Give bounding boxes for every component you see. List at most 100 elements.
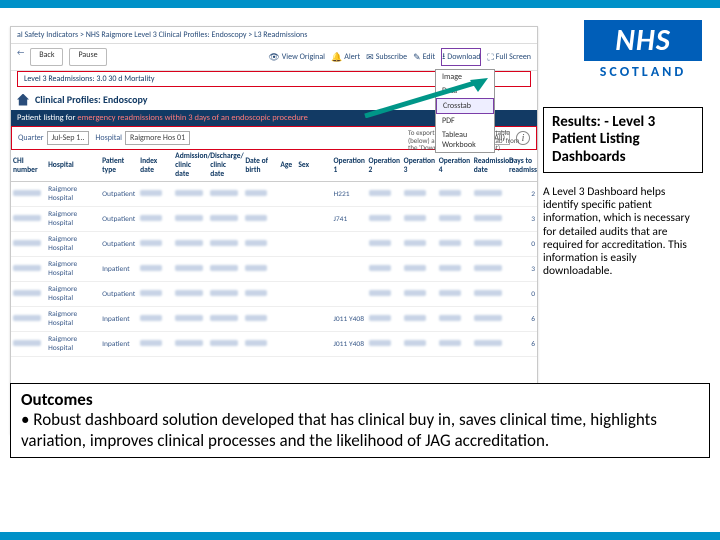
table-cell: Outpatient (100, 182, 138, 207)
table-cell: Raigmore Hospital (46, 182, 100, 207)
table-row[interactable]: Raigmore HospitalInpatientJ011 Y4086 (11, 307, 537, 332)
table-cell (296, 332, 331, 357)
column-header[interactable]: Admission/ clinic date (173, 150, 208, 182)
back-tab[interactable]: Back (30, 48, 63, 66)
table-cell (296, 257, 331, 282)
table-cell (173, 182, 208, 207)
download-menu-data[interactable]: Data (436, 84, 494, 98)
table-cell: 3 (507, 257, 537, 282)
table-cell (331, 232, 366, 257)
column-header[interactable]: Age (278, 150, 296, 182)
table-cell (243, 332, 278, 357)
table-cell (278, 282, 296, 307)
fullscreen-button[interactable]: ⛶Full Screen (487, 48, 531, 66)
table-cell: Inpatient (100, 332, 138, 357)
alert-button[interactable]: 🔔Alert (331, 48, 360, 66)
table-cell: Inpatient (100, 307, 138, 332)
table-cell (367, 257, 402, 282)
pause-tab[interactable]: Pause (69, 48, 106, 66)
column-header[interactable]: Hospital (46, 150, 100, 182)
table-cell (208, 282, 243, 307)
table-cell: Raigmore Hospital (46, 232, 100, 257)
download-menu-image[interactable]: Image (436, 70, 494, 84)
home-icon[interactable] (17, 94, 29, 106)
table-cell (437, 307, 472, 332)
tab-row: ← Back Pause 👁View Original 🔔Alert ✉Subs… (11, 44, 537, 71)
table-cell (437, 282, 472, 307)
breadcrumb[interactable]: al Safety Indicators > NHS Raigmore Leve… (11, 27, 537, 44)
view-original-label: View Original (282, 52, 325, 62)
table-cell (367, 182, 402, 207)
column-header[interactable]: Sex (296, 150, 331, 182)
table-cell (402, 257, 437, 282)
nhs-logo-subtext: SCOTLAND (584, 63, 702, 80)
table-cell (296, 207, 331, 232)
table-cell (402, 332, 437, 357)
hospital-filter-label: Hospital (95, 133, 122, 143)
table-cell: 0 (507, 282, 537, 307)
table-cell (331, 257, 366, 282)
column-header[interactable]: CHI number (11, 150, 46, 182)
table-cell: Raigmore Hospital (46, 307, 100, 332)
table-row[interactable]: Raigmore HospitalInpatientJ011 Y4086 (11, 332, 537, 357)
listing-header-metric: emergency readmissions within 3 days of … (77, 113, 308, 123)
back-arrow-icon[interactable]: ← (17, 48, 24, 66)
table-cell: Outpatient (100, 232, 138, 257)
table-cell (402, 232, 437, 257)
column-header[interactable]: Operation 3 (402, 150, 437, 182)
table-cell (472, 332, 507, 357)
subscribe-button[interactable]: ✉Subscribe (366, 48, 407, 66)
column-header[interactable]: Operation 4 (437, 150, 472, 182)
expand-icon: ⛶ (487, 52, 493, 63)
table-cell (243, 207, 278, 232)
table-cell (437, 257, 472, 282)
table-cell (472, 207, 507, 232)
view-original-button[interactable]: 👁View Original (268, 48, 325, 66)
column-header[interactable]: Readmission date (472, 150, 507, 182)
table-cell (437, 182, 472, 207)
column-header[interactable]: Operation 1 (331, 150, 366, 182)
column-header[interactable]: Patient type (100, 150, 138, 182)
table-cell (367, 282, 402, 307)
table-cell (402, 307, 437, 332)
table-row[interactable]: Raigmore HospitalOutpatientH2212 (11, 182, 537, 207)
table-cell (11, 207, 46, 232)
table-cell (278, 207, 296, 232)
hospital-filter-dropdown[interactable]: Raigmore Hos 01 (125, 131, 190, 145)
edit-button[interactable]: ✎Edit (413, 48, 435, 66)
embedded-screenshot: al Safety Indicators > NHS Raigmore Leve… (10, 26, 538, 434)
table-cell (437, 207, 472, 232)
download-menu-pdf[interactable]: PDF (436, 114, 494, 128)
nhs-logo-text: NHS (584, 20, 702, 61)
table-cell (367, 207, 402, 232)
results-body-text: A Level 3 Dashboard helps identify speci… (543, 186, 703, 279)
table-row[interactable]: Raigmore HospitalOutpatient0 (11, 282, 537, 307)
table-cell (472, 232, 507, 257)
column-header[interactable]: Index date (138, 150, 173, 182)
table-row[interactable]: Raigmore HospitalOutpatient0 (11, 232, 537, 257)
column-header[interactable]: Days to readmission (507, 150, 537, 182)
table-cell (173, 307, 208, 332)
column-header[interactable]: Date of birth (243, 150, 278, 182)
column-header[interactable]: Discharge/ clinic date (208, 150, 243, 182)
table-cell (138, 257, 173, 282)
table-cell (173, 332, 208, 357)
quarter-filter-dropdown[interactable]: Jul-Sep 1.. (47, 131, 90, 145)
download-menu-workbook[interactable]: Tableau Workbook (436, 128, 494, 152)
table-cell (472, 182, 507, 207)
edit-label: Edit (423, 52, 436, 62)
download-menu-crosstab[interactable]: Crosstab (436, 98, 494, 114)
download-button[interactable]: ⭳Download (441, 48, 481, 66)
mail-icon: ✉ (366, 52, 374, 63)
table-cell (243, 307, 278, 332)
table-cell (208, 232, 243, 257)
table-row[interactable]: Raigmore HospitalInpatient3 (11, 257, 537, 282)
column-header[interactable]: Operation 2 (367, 150, 402, 182)
table-cell: 2 (507, 182, 537, 207)
table-cell (278, 332, 296, 357)
results-title-box: Results: - Level 3 Patient Listing Dashb… (543, 107, 703, 173)
table-cell: J011 Y408 (331, 307, 366, 332)
table-cell (138, 332, 173, 357)
table-cell: J011 Y408 (331, 332, 366, 357)
table-row[interactable]: Raigmore HospitalOutpatientJ7413 (11, 207, 537, 232)
